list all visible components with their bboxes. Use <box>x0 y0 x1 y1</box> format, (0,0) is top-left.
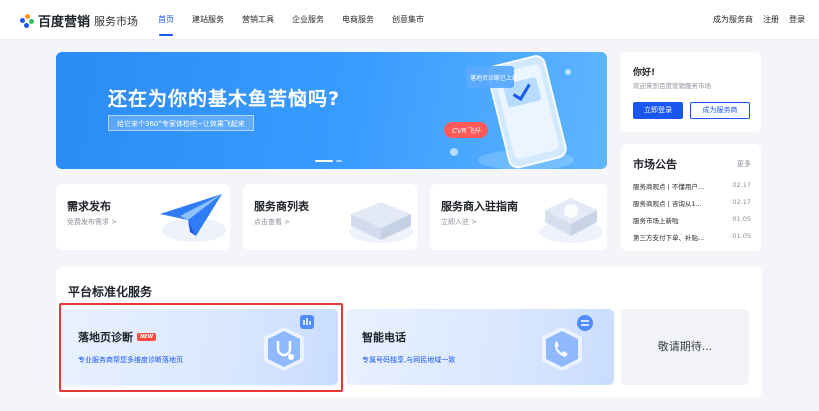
announcement-item[interactable]: 服务商观点 | 咨询从1... 02.17 <box>633 198 751 215</box>
phone-call-icon <box>542 315 593 371</box>
nav-site-building[interactable]: 建站服务 <box>192 14 224 36</box>
login-link[interactable]: 登录 <box>789 14 805 25</box>
welcome-text: 欢迎来到百度营销服务市场 <box>633 82 711 90</box>
nav-creative-market[interactable]: 创意集市 <box>392 14 424 36</box>
demand-publish-link[interactable]: 免费发布需求 > <box>67 217 117 227</box>
provider-list-title: 服务商列表 <box>254 200 309 213</box>
announcements-more-link[interactable]: 更多 <box>737 159 751 169</box>
announcement-date: 01.05 <box>732 232 751 240</box>
become-provider-button[interactable]: 成为服务商 <box>690 102 750 119</box>
smart-phone-desc: 专属号码独享,与网民地域一致 <box>362 356 456 364</box>
provider-list-card[interactable]: 服务商列表 点击查看 > <box>243 184 417 250</box>
smart-phone-title: 智能电话 <box>362 331 406 344</box>
logo-brand: 百度营销 <box>38 15 91 30</box>
smart-phone-service-card[interactable]: 智能电话 专属号码独享,与网民地域一致 <box>346 309 614 385</box>
login-card: 你好! 欢迎来到百度营销服务市场 立即登录 成为服务商 <box>621 52 761 132</box>
become-provider-link[interactable]: 成为服务商 <box>713 14 753 25</box>
provider-list-link[interactable]: 点击查看 > <box>254 217 290 227</box>
announcement-date: 02.17 <box>732 181 751 189</box>
provider-onboarding-card[interactable]: 服务商入驻指南 立即入驻 > <box>430 184 607 250</box>
paper-plane-icon <box>160 194 226 242</box>
provider-onboarding-title: 服务商入驻指南 <box>441 200 518 213</box>
highlight-annotation-box <box>59 303 343 392</box>
logo[interactable]: 百度营销 服务市场 <box>20 11 138 30</box>
promo-banner[interactable]: 还在为你的基木鱼苦恼吗? 给它来个360°专家体检吧~让效果飞起来 落地页诊断已… <box>56 52 607 169</box>
cvr-tag-text: CVR飞升 <box>452 127 482 135</box>
section-title: 平台标准化服务 <box>68 285 153 299</box>
provider-cube-icon <box>349 202 413 243</box>
banner-title: 还在为你的基木鱼苦恼吗? <box>108 88 341 110</box>
announcements-title: 市场公告 <box>633 158 677 171</box>
main-nav: 首页 建站服务 营销工具 企业服务 电商服务 创意集市 <box>158 14 442 36</box>
account-links: 成为服务商 注册 登录 <box>703 14 805 25</box>
banner-subtitle: 给它来个360°专家体检吧~让效果飞起来 <box>108 115 254 131</box>
login-button[interactable]: 立即登录 <box>633 102 683 119</box>
demand-publish-title: 需求发布 <box>67 200 111 213</box>
carousel-dots[interactable] <box>315 160 345 162</box>
nav-enterprise-services[interactable]: 企业服务 <box>292 14 324 36</box>
phone-illustration: 落地页诊断已上线! CVR飞升 <box>444 55 574 169</box>
announcement-item[interactable]: 服务商观点 | 不懂用户... 02.17 <box>633 181 751 198</box>
coming-soon-card: 敬请期待... <box>621 309 749 385</box>
baidu-paw-icon <box>20 13 34 28</box>
announcement-text: 服务市场上新啦 <box>633 217 679 225</box>
announcement-date: 02.17 <box>732 198 751 206</box>
handshake-icon <box>539 198 603 243</box>
announcement-text: 服务商观点 | 不懂用户... <box>633 183 705 191</box>
market-announcements: 市场公告 更多 服务商观点 | 不懂用户... 02.17 服务商观点 | 咨询… <box>621 144 761 251</box>
announcement-text: 服务商观点 | 咨询从1... <box>633 200 702 208</box>
announcement-list: 服务商观点 | 不懂用户... 02.17 服务商观点 | 咨询从1... 02… <box>633 181 751 249</box>
top-navigation-bar: 百度营销 服务市场 首页 建站服务 营销工具 企业服务 电商服务 创意集市 成为… <box>0 0 819 40</box>
register-link[interactable]: 注册 <box>763 14 779 25</box>
phone-tag-text: 落地页诊断已上线! <box>470 74 520 82</box>
demand-publish-card[interactable]: 需求发布 免费发布需求 > <box>56 184 230 250</box>
announcement-item[interactable]: 第三方支付下单、补贴... 01.05 <box>633 232 751 249</box>
nav-marketing-tools[interactable]: 营销工具 <box>242 14 274 36</box>
greeting: 你好! <box>633 68 656 78</box>
announcement-text: 第三方支付下单、补贴... <box>633 234 705 242</box>
announcement-item[interactable]: 服务市场上新啦 01.05 <box>633 215 751 232</box>
announcement-date: 01.05 <box>732 215 751 223</box>
nav-ecommerce-services[interactable]: 电商服务 <box>342 14 374 36</box>
provider-onboarding-link[interactable]: 立即入驻 > <box>441 217 477 227</box>
smart-phone-heading: 智能电话 <box>362 329 406 345</box>
nav-home[interactable]: 首页 <box>158 14 174 36</box>
logo-site-name: 服务市场 <box>94 14 139 28</box>
